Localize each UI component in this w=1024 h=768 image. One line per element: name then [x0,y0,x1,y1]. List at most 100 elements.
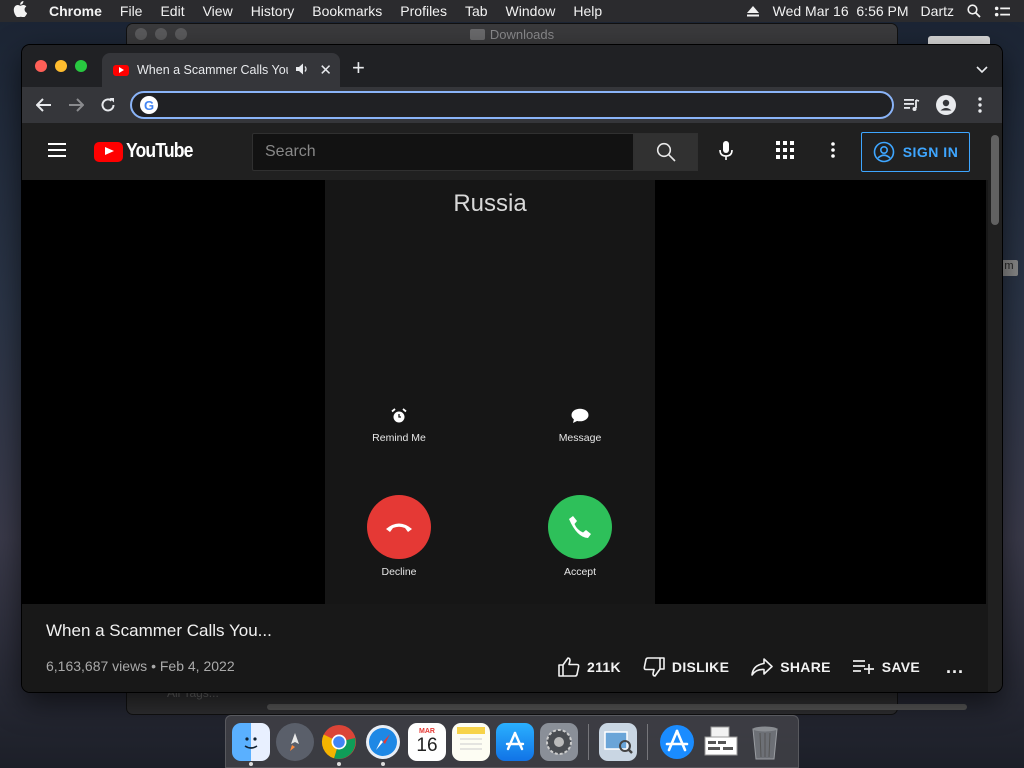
menubar-user[interactable]: Dartz [921,3,954,19]
thumbs-up-icon [558,657,580,677]
app-menu-chrome[interactable]: Chrome [40,3,111,19]
tab-youtube[interactable]: When a Scammer Calls You ✕ [102,53,340,87]
finder-close-button[interactable] [135,28,147,40]
message-bubble-icon [530,408,630,428]
menu-bookmarks[interactable]: Bookmarks [303,3,391,19]
menu-bar: Chrome File Edit View History Bookmarks … [0,0,1024,22]
address-bar[interactable]: G [130,91,894,119]
dislike-button[interactable]: DISLIKE [643,657,729,677]
control-center-icon[interactable] [994,3,1010,19]
youtube-header: YouTube SIGN IN [22,123,988,180]
scrollbar-thumb[interactable] [991,135,999,225]
menu-history[interactable]: History [242,3,304,19]
menu-file[interactable]: File [111,3,152,19]
thumbs-down-icon [643,657,665,677]
apps-grid-icon[interactable] [774,139,796,161]
calendar-icon[interactable]: MAR 16 [408,722,446,761]
launchpad-icon[interactable] [276,722,314,761]
sign-in-button[interactable]: SIGN IN [861,132,970,172]
chrome-icon[interactable] [320,723,358,766]
dock-separator [647,723,648,760]
finder-zoom-button[interactable] [175,28,187,40]
youtube-favicon-icon [113,64,129,76]
search-button[interactable] [634,133,698,171]
documents-icon[interactable] [702,723,740,761]
menu-edit[interactable]: Edit [151,3,193,19]
upload-date: Feb 4, 2022 [159,658,235,674]
calendar-day: 16 [416,735,438,756]
tab-title: When a Scammer Calls You [137,63,288,77]
window-controls [35,60,87,72]
spotlight-search-icon[interactable] [966,3,982,19]
youtube-page: YouTube SIGN IN Russi [22,123,1002,692]
finder-scrollbar[interactable] [267,704,967,710]
voice-search-button[interactable] [710,135,742,167]
zoom-window-button[interactable] [75,60,87,72]
folder-icon [469,28,485,40]
media-control-icon[interactable] [896,91,928,119]
safari-icon[interactable] [364,723,402,766]
menu-profiles[interactable]: Profiles [391,3,456,19]
minimize-window-button[interactable] [55,60,67,72]
notes-icon[interactable] [452,722,490,761]
dock: MAR 16 [225,715,799,768]
trash-icon[interactable] [746,723,784,761]
reload-button[interactable] [92,91,124,119]
share-label: SHARE [780,659,831,675]
alarm-clock-icon [349,408,449,428]
system-preferences-icon[interactable] [540,722,578,761]
search-field[interactable] [252,133,634,171]
finder-titlebar: Downloads [127,24,897,44]
more-actions-button[interactable]: ... [946,657,964,678]
preview-icon[interactable] [599,722,637,761]
back-button[interactable] [28,91,60,119]
video-stats: 6,163,687 views • Feb 4, 2022 [46,658,235,674]
video-actions: 211K DISLIKE SHARE SAVE ... [558,653,964,681]
finder-minimize-button[interactable] [155,28,167,40]
finder-title: Downloads [489,26,555,42]
like-count: 211K [587,659,621,675]
app-store-folder-icon[interactable] [658,723,696,761]
menu-tab[interactable]: Tab [456,3,497,19]
playlist-add-icon [852,660,874,674]
new-tab-button[interactable]: + [352,57,365,79]
chrome-window: When a Scammer Calls You ✕ + G YouTube S… [22,45,1002,692]
page-scrollbar[interactable] [988,123,1002,692]
menubar-clock[interactable]: Wed Mar 16 6:56 PM [773,3,909,19]
tab-search-chevron-icon[interactable] [976,61,988,79]
menu-help[interactable]: Help [564,3,611,19]
youtube-logo-icon [94,141,123,162]
share-icon [751,658,774,676]
tab-close-button[interactable]: ✕ [319,61,332,79]
youtube-logo-text: YouTube [126,140,193,162]
menu-window[interactable]: Window [497,3,565,19]
settings-more-icon[interactable] [822,139,844,161]
like-button[interactable]: 211K [558,657,621,677]
speaker-icon[interactable] [295,63,310,78]
video-frame-incoming-call: Russia Remind Me Message Decline Accept [325,180,655,604]
search-icon [656,142,676,162]
meta-separator: • [151,658,156,674]
desktop-item-label: m [1000,260,1018,276]
search-input[interactable] [265,143,625,161]
chrome-menu-icon[interactable] [964,91,996,119]
youtube-logo[interactable]: YouTube [94,140,202,163]
dislike-label: DISLIKE [671,659,730,675]
address-input[interactable] [165,97,865,113]
eject-icon[interactable] [745,3,761,19]
accept-label: Accept [563,566,597,578]
app-store-icon[interactable] [496,722,534,761]
video-player[interactable]: Russia Remind Me Message Decline Accept [22,180,986,604]
microphone-icon [719,141,733,160]
close-window-button[interactable] [35,60,47,72]
share-button[interactable]: SHARE [751,658,831,676]
profile-avatar-icon[interactable] [930,91,962,119]
hamburger-menu-icon[interactable] [48,143,66,157]
save-button[interactable]: SAVE [852,659,920,675]
forward-button[interactable] [60,91,92,119]
message-label: Message [558,432,602,444]
message-option: Message [530,408,630,444]
menu-view[interactable]: View [194,3,242,19]
finder-icon[interactable] [232,722,270,766]
apple-menu-icon[interactable] [0,1,40,21]
